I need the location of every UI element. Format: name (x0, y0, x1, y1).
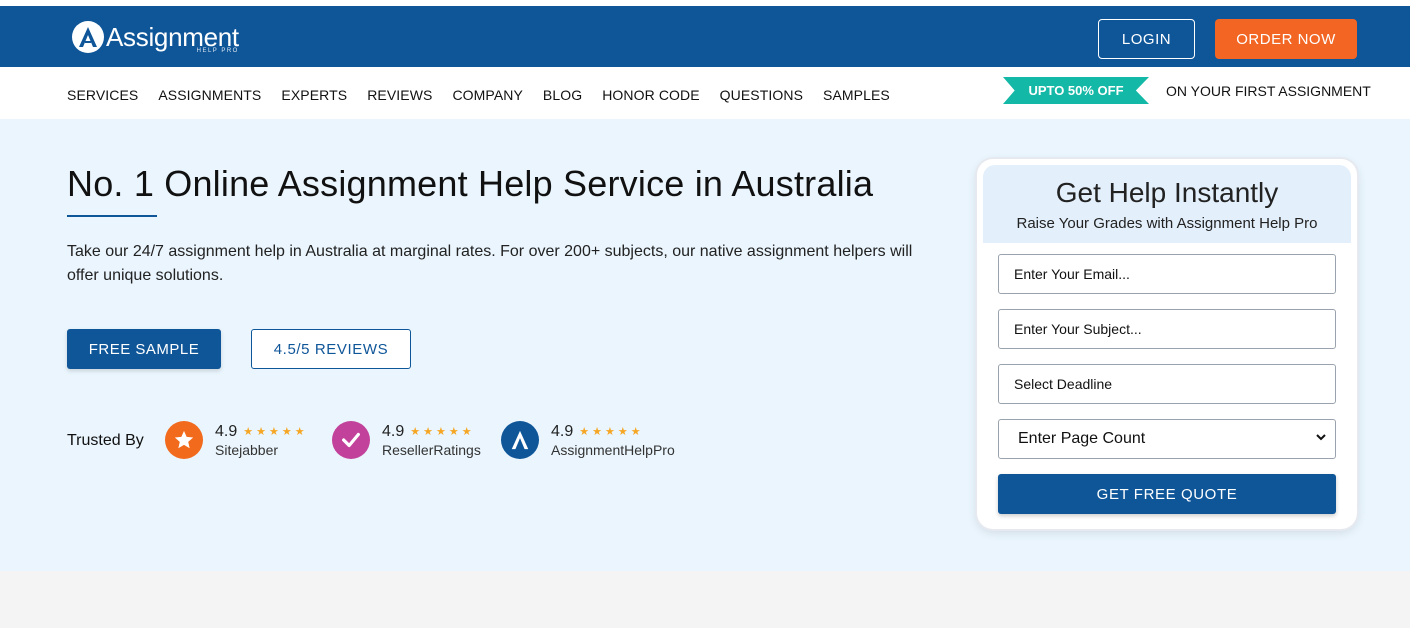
login-button[interactable]: LOGIN (1098, 19, 1195, 59)
trust-info: 4.9 ★★★★★ Sitejabber (215, 423, 308, 458)
site-logo[interactable]: Assignment HELP PRO (72, 19, 239, 55)
quote-form-card: Get Help Instantly Raise Your Grades wit… (977, 159, 1357, 529)
site-header: Assignment HELP PRO LOGIN ORDER NOW (0, 6, 1410, 67)
deadline-field[interactable]: Select Deadline (998, 364, 1336, 404)
resellerratings-check-icon (332, 421, 370, 459)
logo-sub-text: HELP PRO (196, 48, 239, 54)
sitejabber-star-icon (165, 421, 203, 459)
form-header: Get Help Instantly Raise Your Grades wit… (983, 165, 1351, 243)
page-count-select[interactable]: Enter Page Count (998, 419, 1336, 459)
subject-field[interactable]: Enter Your Subject... (998, 309, 1336, 349)
rating-stars: ★★★★★ (410, 426, 475, 438)
trust-item-resellerratings[interactable]: 4.9 ★★★★★ ResellerRatings (332, 419, 481, 461)
order-now-button[interactable]: ORDER NOW (1215, 19, 1357, 59)
trust-info: 4.9 ★★★★★ ResellerRatings (382, 423, 481, 458)
logo-main-text: Assignment (106, 22, 239, 52)
page-count-value: Enter Page Count (1018, 430, 1146, 447)
nav-menu: SERVICES ASSIGNMENTS EXPERTS REVIEWS COM… (67, 67, 910, 119)
nav-item-honor-code[interactable]: HONOR CODE (602, 83, 699, 103)
trust-source-name: ResellerRatings (382, 441, 481, 458)
logo-wordmark: Assignment HELP PRO (106, 22, 239, 54)
nav-item-samples[interactable]: SAMPLES (823, 83, 890, 103)
trust-rating: 4.9 (215, 422, 238, 440)
logo-a-icon (72, 21, 104, 53)
free-sample-button[interactable]: FREE SAMPLE (67, 329, 221, 369)
nav-item-company[interactable]: COMPANY (452, 83, 522, 103)
discount-text: ON YOUR FIRST ASSIGNMENT (1166, 83, 1371, 99)
trust-info: 4.9 ★★★★★ AssignmentHelpPro (551, 423, 675, 458)
trust-rating: 4.9 (382, 422, 405, 440)
title-underline (67, 215, 157, 217)
trust-source-name: AssignmentHelpPro (551, 441, 675, 458)
rating-stars: ★★★★★ (243, 426, 308, 438)
rating-stars: ★★★★★ (579, 426, 644, 438)
discount-badge[interactable]: UPTO 50% OFF (1003, 77, 1149, 104)
nav-item-services[interactable]: SERVICES (67, 83, 138, 103)
trust-rating: 4.9 (551, 422, 574, 440)
page-title: No. 1 Online Assignment Help Service in … (67, 163, 874, 204)
nav-item-assignments[interactable]: ASSIGNMENTS (158, 83, 261, 103)
trust-item-sitejabber[interactable]: 4.9 ★★★★★ Sitejabber (165, 419, 308, 461)
chevron-down-icon (1315, 430, 1327, 448)
assignmenthelppro-logo-icon (501, 421, 539, 459)
get-free-quote-button[interactable]: GET FREE QUOTE (998, 474, 1336, 514)
trust-item-assignmenthelppro[interactable]: 4.9 ★★★★★ AssignmentHelpPro (501, 419, 675, 461)
trust-source-name: Sitejabber (215, 441, 279, 458)
reviews-button[interactable]: 4.5/5 REVIEWS (251, 329, 411, 369)
email-field[interactable]: Enter Your Email... (998, 254, 1336, 294)
nav-item-experts[interactable]: EXPERTS (281, 83, 347, 103)
nav-item-blog[interactable]: BLOG (543, 83, 582, 103)
nav-item-reviews[interactable]: REVIEWS (367, 83, 432, 103)
main-nav: SERVICES ASSIGNMENTS EXPERTS REVIEWS COM… (0, 67, 1410, 119)
trusted-by-label: Trusted By (67, 432, 144, 449)
form-title: Get Help Instantly (1055, 177, 1279, 208)
nav-item-questions[interactable]: QUESTIONS (720, 83, 803, 103)
form-subtitle: Raise Your Grades with Assignment Help P… (1016, 215, 1318, 232)
hero-description: Take our 24/7 assignment help in Austral… (67, 243, 913, 284)
